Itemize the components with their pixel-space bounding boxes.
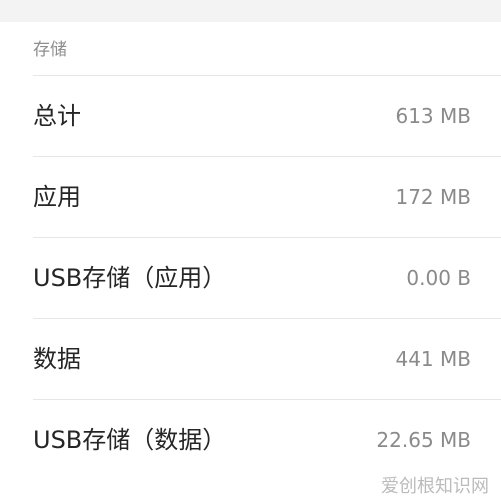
row-value: 613 MB bbox=[395, 104, 471, 128]
row-divider bbox=[33, 237, 501, 238]
section-header-storage: 存储 bbox=[33, 40, 67, 60]
storage-row-total[interactable]: 总计 613 MB bbox=[0, 75, 501, 156]
row-divider bbox=[33, 399, 501, 400]
row-divider bbox=[33, 156, 501, 157]
row-label: USB存储（应用） bbox=[33, 264, 227, 292]
storage-row-usb-apps[interactable]: USB存储（应用） 0.00 B bbox=[0, 237, 501, 318]
row-value: 172 MB bbox=[395, 185, 471, 209]
top-strip bbox=[0, 0, 501, 22]
row-label: 应用 bbox=[33, 183, 81, 211]
row-value: 441 MB bbox=[395, 347, 471, 371]
watermark: 爱创根知识网 bbox=[381, 476, 489, 497]
row-label: 数据 bbox=[33, 345, 81, 373]
row-label: USB存储（数据） bbox=[33, 426, 227, 454]
storage-row-apps[interactable]: 应用 172 MB bbox=[0, 156, 501, 237]
row-label: 总计 bbox=[33, 102, 81, 130]
storage-row-data[interactable]: 数据 441 MB bbox=[0, 318, 501, 399]
storage-row-usb-data[interactable]: USB存储（数据） 22.65 MB bbox=[0, 399, 501, 480]
row-value: 22.65 MB bbox=[376, 428, 471, 452]
row-divider bbox=[33, 318, 501, 319]
storage-panel: 存储 总计 613 MB 应用 172 MB USB存储（应用） 0.00 B … bbox=[0, 22, 501, 504]
row-divider bbox=[33, 75, 501, 76]
row-value: 0.00 B bbox=[406, 266, 471, 290]
